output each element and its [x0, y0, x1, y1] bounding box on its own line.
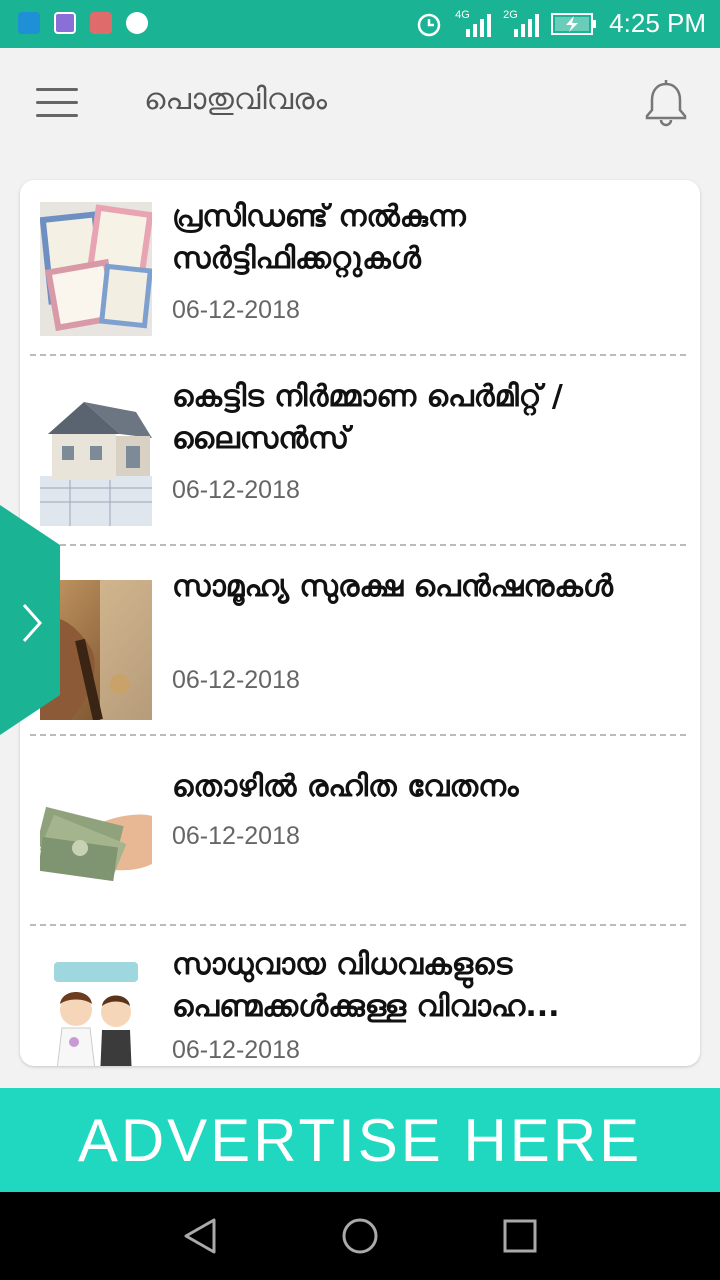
status-bar: 4G 2G 4:25 PM	[0, 0, 720, 48]
list-item[interactable]: തൊഴിൽ രഹിത വേതനം 06-12-2018	[20, 736, 700, 924]
list-item[interactable]: സാധുവായ വിധവകളുടെ പെണ്മക്കൾക്കുള്ള വിവാഹ…	[20, 926, 700, 1066]
item-title: സാധുവായ വിധവകളുടെ പെണ്മക്കൾക്കുള്ള വിവാഹ…	[172, 947, 560, 1024]
home-circle-icon[interactable]	[330, 1208, 390, 1264]
battery-charging-icon	[551, 12, 597, 35]
bell-icon[interactable]	[640, 78, 692, 130]
page-title: പൊതുവിവരം	[144, 82, 328, 117]
back-triangle-icon[interactable]	[170, 1208, 230, 1264]
clock: 4:25 PM	[609, 8, 706, 38]
item-title: തൊഴിൽ രഹിത വേതനം	[172, 769, 519, 804]
signal-icon: 2G	[503, 9, 540, 39]
notification-icons	[18, 12, 148, 34]
item-date: 06-12-2018	[172, 822, 300, 850]
side-drawer-tab[interactable]	[0, 505, 60, 735]
item-title: കെട്ടിട നിർമ്മാണ പെർമിറ്റ് / ലൈസൻസ്	[172, 379, 563, 456]
info-list-card: പ്രസിഡണ്ട് നൽകുന്ന സർട്ടിഫിക്കറ്റുകൾ 06-…	[20, 180, 700, 1066]
house-blueprint-image	[40, 376, 152, 526]
list-item[interactable]: കെട്ടിട നിർമ്മാണ പെർമിറ്റ് / ലൈസൻസ് 06-1…	[20, 356, 700, 544]
wedding-couple-image	[40, 958, 152, 1066]
item-title: പ്രസിഡണ്ട് നൽകുന്ന സർട്ടിഫിക്കറ്റുകൾ	[172, 199, 466, 276]
usb-icon	[18, 12, 40, 34]
navigation-bar	[0, 1192, 720, 1280]
item-date: 06-12-2018	[172, 476, 300, 504]
money-hand-image	[40, 768, 152, 898]
app-icon	[126, 12, 148, 34]
hamburger-menu-icon[interactable]	[36, 88, 78, 122]
list-item[interactable]: പ്രസിഡണ്ട് നൽകുന്ന സർട്ടിഫിക്കറ്റുകൾ 06-…	[20, 180, 700, 355]
list-item[interactable]: സാമൂഹ്യ സുരക്ഷ പെൻഷനുകൾ 06-12-2018	[20, 546, 700, 734]
certificates-image	[40, 202, 152, 336]
advertise-banner[interactable]: ADVERTISE HERE	[0, 1088, 720, 1192]
item-date: 06-12-2018	[172, 1036, 300, 1064]
item-title: സാമൂഹ്യ സുരക്ഷ പെൻഷനുകൾ	[172, 569, 614, 604]
item-date: 06-12-2018	[172, 666, 300, 694]
system-icons: 4G 2G 4:25 PM	[415, 8, 706, 39]
app-bar: പൊതുവിവരം	[0, 48, 720, 160]
alarm-icon	[417, 13, 441, 36]
multi-window-icon	[90, 12, 112, 34]
advertise-label: ADVERTISE HERE	[77, 1106, 643, 1174]
item-date: 06-12-2018	[172, 296, 300, 324]
signal-icon: 4G	[455, 9, 492, 39]
recents-square-icon[interactable]	[490, 1208, 550, 1264]
gallery-icon	[54, 12, 76, 34]
